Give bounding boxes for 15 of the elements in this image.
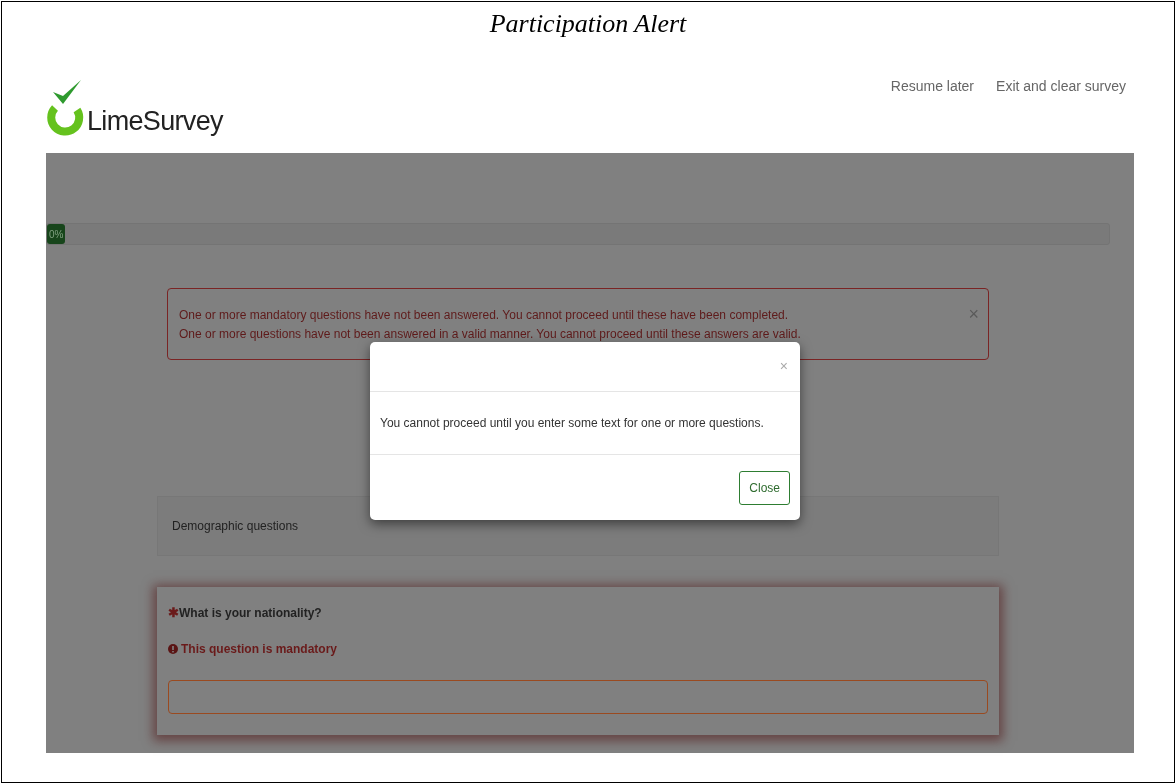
group-title: Demographic questions bbox=[172, 518, 299, 535]
modal-message: You cannot proceed until you enter some text for one or more questions. bbox=[380, 415, 764, 432]
logo-text: LimeSurvey bbox=[87, 106, 223, 136]
required-mark: ✱ bbox=[168, 604, 179, 622]
header-link[interactable]: Resume later bbox=[890, 76, 975, 97]
alert-message: One or more questions have not been answered in a valid manner. You cannot proceed until these answers are valid. bbox=[179, 326, 801, 343]
error-message: This question is mandatory bbox=[181, 640, 338, 658]
alert-message: One or more mandatory questions have not been answered. You cannot proceed until these have been completed. bbox=[179, 307, 789, 324]
exclamation-icon bbox=[168, 643, 178, 654]
answer-field[interactable] bbox=[168, 679, 988, 714]
figure-caption: Participation Alert bbox=[489, 8, 687, 40]
question-title: What is your nationality? bbox=[179, 604, 322, 622]
close-button[interactable]: Close bbox=[739, 470, 790, 505]
header-link[interactable]: Exit and clear survey bbox=[996, 76, 1126, 97]
progress-label: 0% bbox=[48, 227, 64, 242]
